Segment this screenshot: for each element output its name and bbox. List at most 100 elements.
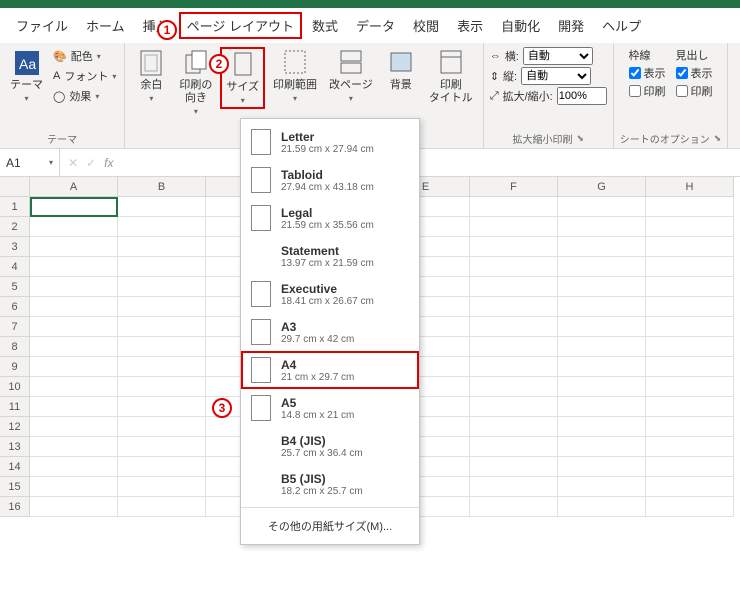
cell-F13[interactable]	[470, 437, 558, 457]
cell-F6[interactable]	[470, 297, 558, 317]
cell-B3[interactable]	[118, 237, 206, 257]
cell-A1[interactable]	[30, 197, 118, 217]
cell-A5[interactable]	[30, 277, 118, 297]
cell-B15[interactable]	[118, 477, 206, 497]
cell-B4[interactable]	[118, 257, 206, 277]
cell-B16[interactable]	[118, 497, 206, 517]
menu-ヘルプ[interactable]: ヘルプ	[594, 12, 649, 39]
enter-icon[interactable]: ✓	[86, 156, 96, 170]
cell-A11[interactable]	[30, 397, 118, 417]
cell-A7[interactable]	[30, 317, 118, 337]
menu-ファイル[interactable]: ファイル	[8, 12, 76, 39]
width-select[interactable]: 自動	[523, 47, 593, 65]
cell-F10[interactable]	[470, 377, 558, 397]
cell-H14[interactable]	[646, 457, 734, 477]
col-header-A[interactable]: A	[30, 177, 118, 197]
cell-B8[interactable]	[118, 337, 206, 357]
print-titles-button[interactable]: 印刷 タイトル	[425, 47, 477, 107]
cell-A12[interactable]	[30, 417, 118, 437]
cell-A14[interactable]	[30, 457, 118, 477]
dialog-launcher-icon[interactable]: ⬊	[714, 133, 722, 144]
menu-自動化[interactable]: 自動化	[493, 12, 548, 39]
row-header-9[interactable]: 9	[0, 357, 30, 377]
cell-H3[interactable]	[646, 237, 734, 257]
cell-F14[interactable]	[470, 457, 558, 477]
fx-icon[interactable]: fx	[104, 156, 113, 170]
row-header-10[interactable]: 10	[0, 377, 30, 397]
cell-A4[interactable]	[30, 257, 118, 277]
themes-button[interactable]: Aa テーマ ▾	[6, 47, 47, 105]
menu-開発[interactable]: 開発	[550, 12, 592, 39]
cell-B2[interactable]	[118, 217, 206, 237]
cell-G14[interactable]	[558, 457, 646, 477]
cell-F8[interactable]	[470, 337, 558, 357]
colors-button[interactable]: 🎨配色▾	[51, 47, 118, 65]
cell-G3[interactable]	[558, 237, 646, 257]
dialog-launcher-icon[interactable]: ⬊	[577, 133, 585, 144]
row-header-11[interactable]: 11	[0, 397, 30, 417]
name-box[interactable]: A1▾	[0, 149, 60, 176]
margins-button[interactable]: 余白▾	[131, 47, 171, 105]
cell-H16[interactable]	[646, 497, 734, 517]
cell-G8[interactable]	[558, 337, 646, 357]
print-area-button[interactable]: 印刷範囲▾	[269, 47, 321, 105]
cell-A3[interactable]	[30, 237, 118, 257]
row-header-5[interactable]: 5	[0, 277, 30, 297]
cell-G4[interactable]	[558, 257, 646, 277]
cell-G6[interactable]	[558, 297, 646, 317]
cell-F1[interactable]	[470, 197, 558, 217]
size-option-Legal[interactable]: Legal21.59 cm x 35.56 cm	[241, 199, 419, 237]
menu-ページ レイアウト[interactable]: ページ レイアウト	[179, 12, 302, 39]
col-header-B[interactable]: B	[118, 177, 206, 197]
cell-B5[interactable]	[118, 277, 206, 297]
cancel-icon[interactable]: ✕	[68, 156, 78, 170]
row-header-4[interactable]: 4	[0, 257, 30, 277]
cell-F12[interactable]	[470, 417, 558, 437]
row-header-14[interactable]: 14	[0, 457, 30, 477]
size-option-A3[interactable]: A329.7 cm x 42 cm	[241, 313, 419, 351]
gridlines-print-checkbox[interactable]: 印刷	[629, 83, 666, 99]
scale-input[interactable]	[557, 87, 607, 105]
cell-B1[interactable]	[118, 197, 206, 217]
cell-H9[interactable]	[646, 357, 734, 377]
breaks-button[interactable]: 改ページ▾	[325, 47, 377, 105]
cell-G5[interactable]	[558, 277, 646, 297]
row-header-13[interactable]: 13	[0, 437, 30, 457]
cell-G15[interactable]	[558, 477, 646, 497]
cell-B9[interactable]	[118, 357, 206, 377]
menu-校閲[interactable]: 校閲	[405, 12, 447, 39]
row-header-16[interactable]: 16	[0, 497, 30, 517]
cell-G7[interactable]	[558, 317, 646, 337]
row-header-3[interactable]: 3	[0, 237, 30, 257]
cell-B14[interactable]	[118, 457, 206, 477]
cell-H6[interactable]	[646, 297, 734, 317]
menu-データ[interactable]: データ	[348, 12, 403, 39]
menu-数式[interactable]: 数式	[304, 12, 346, 39]
menu-ホーム[interactable]: ホーム	[78, 12, 133, 39]
cell-A6[interactable]	[30, 297, 118, 317]
row-header-6[interactable]: 6	[0, 297, 30, 317]
row-header-12[interactable]: 12	[0, 417, 30, 437]
cell-H11[interactable]	[646, 397, 734, 417]
background-button[interactable]: 背景	[381, 47, 421, 94]
cell-F4[interactable]	[470, 257, 558, 277]
cell-G1[interactable]	[558, 197, 646, 217]
size-option-A4[interactable]: A421 cm x 29.7 cm	[241, 351, 419, 389]
size-button[interactable]: サイズ▾	[220, 47, 265, 109]
row-header-7[interactable]: 7	[0, 317, 30, 337]
cell-A8[interactable]	[30, 337, 118, 357]
height-select[interactable]: 自動	[521, 67, 591, 85]
cell-F5[interactable]	[470, 277, 558, 297]
cell-H1[interactable]	[646, 197, 734, 217]
cell-A2[interactable]	[30, 217, 118, 237]
size-option-A5[interactable]: A514.8 cm x 21 cm	[241, 389, 419, 427]
cell-A13[interactable]	[30, 437, 118, 457]
cell-H2[interactable]	[646, 217, 734, 237]
row-header-2[interactable]: 2	[0, 217, 30, 237]
cell-A15[interactable]	[30, 477, 118, 497]
size-option-B5 (JIS)[interactable]: B5 (JIS)18.2 cm x 25.7 cm	[241, 465, 419, 503]
col-header-G[interactable]: G	[558, 177, 646, 197]
cell-H10[interactable]	[646, 377, 734, 397]
cell-B13[interactable]	[118, 437, 206, 457]
cell-F16[interactable]	[470, 497, 558, 517]
